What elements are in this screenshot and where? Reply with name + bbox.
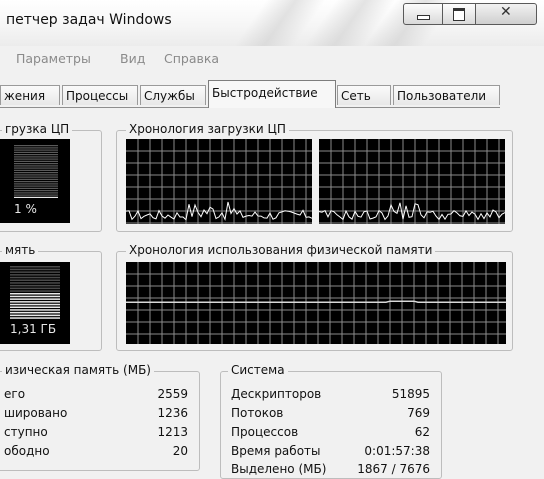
memory-gauge-bar [10, 282, 60, 284]
physical-memory-cached-value: 1236 [157, 406, 188, 420]
title-bar: петчер задач Windows ✕ [0, 0, 544, 46]
cpu-gauge-bar [14, 187, 58, 189]
tab-processes[interactable]: Процессы [62, 85, 138, 105]
cpu-gauge-bar [14, 149, 58, 151]
memory-gauge-bar [10, 279, 60, 281]
system-processes-label: Процессов [231, 425, 299, 439]
tab-strip: жения Процессы Службы Быстродействие Сет… [0, 80, 544, 108]
physical-memory-available-value: 1213 [157, 425, 188, 439]
tab-users[interactable]: Пользователи [393, 85, 500, 105]
system-commit-value: 1867 / 7676 [357, 462, 430, 476]
memory-value: 1,31 ГБ [10, 322, 57, 336]
tab-network[interactable]: Сеть [337, 85, 391, 105]
memory-label: мять [2, 243, 39, 257]
memory-gauge-bar [10, 276, 60, 279]
minimize-button[interactable] [403, 3, 443, 25]
cpu-gauge-bar [14, 165, 58, 167]
menu-view[interactable]: Вид [120, 51, 145, 66]
memory-gauge-bar [10, 303, 60, 306]
memory-gauge-bar [10, 274, 60, 276]
cpu-gauge-bar [14, 145, 58, 147]
physical-memory-total-value: 2559 [157, 387, 188, 401]
memory-gauge-bar [10, 317, 60, 319]
cpu-history-graph-core-2 [319, 139, 505, 224]
system-commit-label: Выделено (МБ) [231, 462, 327, 476]
menu-bar: Параметры Вид Справка [0, 48, 544, 68]
maximize-button[interactable] [442, 3, 476, 25]
cpu-history-label: Хронология загрузки ЦП [126, 122, 289, 136]
memory-gauge-bar [10, 306, 60, 308]
physical-memory-label: изическая память (МБ) [2, 363, 154, 377]
cpu-gauge-bar [14, 192, 58, 194]
cpu-usage-value: 1 % [14, 202, 37, 216]
memory-gauge-bar [10, 287, 60, 290]
memory-gauge-bar [10, 298, 60, 300]
memory-history-label: Хронология использования физической памя… [126, 243, 436, 257]
menu-options[interactable]: Параметры [16, 51, 91, 66]
physical-memory-cached-label: шировано [4, 406, 68, 420]
cpu-gauge-bar [14, 194, 58, 196]
tab-applications[interactable]: жения [0, 85, 60, 105]
cpu-gauge-bar [14, 147, 58, 149]
system-uptime-value: 0:01:57:38 [364, 444, 430, 458]
system-handles-label: Дескрипторов [231, 387, 322, 401]
system-handles-value: 51895 [391, 387, 430, 401]
memory-gauge-bar [10, 301, 60, 303]
physical-memory-free-value: 20 [172, 444, 188, 458]
cpu-gauge-bar [14, 151, 58, 153]
cpu-gauge-bar [14, 196, 58, 198]
cpu-gauge-bar [14, 172, 58, 174]
cpu-gauge-bar [14, 190, 58, 192]
memory-gauge-bar [10, 311, 60, 314]
cpu-gauge-bar [14, 176, 58, 178]
maximize-icon [453, 8, 465, 21]
window-title: петчер задач Windows [6, 12, 172, 28]
system-uptime-label: Время работы [231, 444, 321, 458]
close-button[interactable]: ✕ [475, 3, 537, 25]
system-label: Система [228, 363, 288, 377]
cpu-gauge-bar [14, 167, 58, 169]
cpu-gauge-panel: 1 % [0, 139, 70, 223]
memory-gauge-bar [10, 293, 60, 295]
cpu-gauge-bar [14, 156, 58, 158]
memory-gauge-bar [10, 309, 60, 311]
window-controls: ✕ [403, 3, 537, 25]
cpu-gauge-bar [14, 154, 58, 156]
menu-help[interactable]: Справка [164, 51, 219, 66]
cpu-gauge-bar [14, 181, 58, 183]
memory-gauge-bar [10, 266, 60, 268]
cpu-gauge-bar [14, 160, 58, 162]
memory-gauge-bar [10, 295, 60, 298]
memory-gauge-bar [10, 271, 60, 273]
memory-history-graph [126, 262, 506, 344]
physical-memory-free-label: ободно [4, 444, 50, 458]
cpu-gauge-bar [14, 169, 58, 171]
minimize-icon [417, 15, 430, 20]
cpu-gauge-bar [14, 163, 58, 165]
tab-performance[interactable]: Быстродействие [208, 80, 336, 108]
physical-memory-available-label: ступно [4, 425, 48, 439]
physical-memory-total-label: его [4, 387, 26, 401]
tab-services[interactable]: Службы [140, 85, 206, 105]
cpu-gauge-bar [14, 185, 58, 187]
cpu-gauge-bar [14, 178, 58, 180]
memory-gauge-panel: 1,31 ГБ [0, 262, 70, 344]
system-processes-value: 62 [414, 425, 430, 439]
memory-gauge-bar [10, 314, 60, 317]
cpu-gauge-bar [14, 183, 58, 185]
cpu-gauge-bar [14, 174, 58, 176]
memory-gauge-bar [10, 268, 60, 271]
memory-gauge-bar [10, 284, 60, 287]
system-threads-label: Потоков [231, 406, 284, 420]
cpu-gauge-bar [14, 158, 58, 160]
close-icon: ✕ [500, 4, 512, 20]
cpu-usage-label: грузка ЦП [2, 122, 73, 136]
cpu-history-graph-core-1 [126, 139, 312, 224]
system-threads-value: 769 [407, 406, 430, 420]
memory-gauge-bar [10, 290, 60, 292]
